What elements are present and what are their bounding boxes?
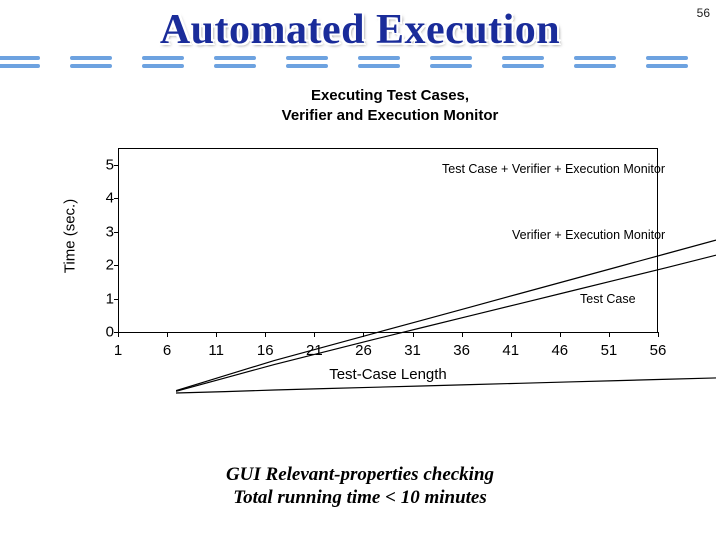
x-tick-label: 16 xyxy=(257,342,274,359)
x-tick-mark xyxy=(609,332,610,337)
x-tick-mark xyxy=(363,332,364,337)
x-tick-label: 6 xyxy=(163,342,171,359)
series-label: Test Case xyxy=(580,292,636,306)
y-tick-label: 1 xyxy=(90,290,114,307)
y-tick-mark xyxy=(114,265,118,266)
x-tick-label: 26 xyxy=(355,342,372,359)
y-tick-mark xyxy=(114,299,118,300)
x-tick-mark xyxy=(511,332,512,337)
x-tick-mark xyxy=(314,332,315,337)
x-tick-label: 41 xyxy=(502,342,519,359)
y-tick-label: 3 xyxy=(90,223,114,240)
x-tick-mark xyxy=(560,332,561,337)
x-tick-label: 46 xyxy=(551,342,568,359)
y-tick-mark xyxy=(114,198,118,199)
x-axis xyxy=(118,332,658,333)
caption: GUI Relevant-properties checking Total r… xyxy=(0,463,720,511)
y-tick-mark xyxy=(114,165,118,166)
x-tick-label: 21 xyxy=(306,342,323,359)
y-axis-label: Time (sec.) xyxy=(62,199,79,273)
x-tick-mark xyxy=(118,332,119,337)
x-tick-mark xyxy=(265,332,266,337)
caption-line-2: Total running time < 10 minutes xyxy=(0,486,720,510)
y-tick-label: 2 xyxy=(90,257,114,274)
x-tick-mark xyxy=(216,332,217,337)
x-tick-label: 31 xyxy=(404,342,421,359)
chart-title: Executing Test Cases,Verifier and Execut… xyxy=(60,86,680,127)
chart: Executing Test Cases,Verifier and Execut… xyxy=(60,86,680,396)
caption-line-1: GUI Relevant-properties checking xyxy=(0,463,720,487)
y-tick-label: 5 xyxy=(90,156,114,173)
x-tick-label: 36 xyxy=(453,342,470,359)
page-title: Automated Execution xyxy=(0,0,720,54)
y-tick-label: 0 xyxy=(90,324,114,341)
y-tick-label: 4 xyxy=(90,190,114,207)
x-tick-mark xyxy=(462,332,463,337)
series-label: Test Case + Verifier + Execution Monitor xyxy=(442,162,665,176)
x-tick-label: 56 xyxy=(650,342,667,359)
page-number: 56 xyxy=(697,6,710,20)
x-tick-label: 51 xyxy=(601,342,618,359)
x-axis-label: Test-Case Length xyxy=(118,366,658,383)
x-tick-mark xyxy=(658,332,659,337)
x-tick-mark xyxy=(413,332,414,337)
y-tick-mark xyxy=(114,232,118,233)
x-tick-mark xyxy=(167,332,168,337)
title-underline xyxy=(0,55,720,69)
x-tick-label: 1 xyxy=(114,342,122,359)
x-tick-label: 11 xyxy=(208,342,224,359)
series-label: Verifier + Execution Monitor xyxy=(512,228,665,242)
